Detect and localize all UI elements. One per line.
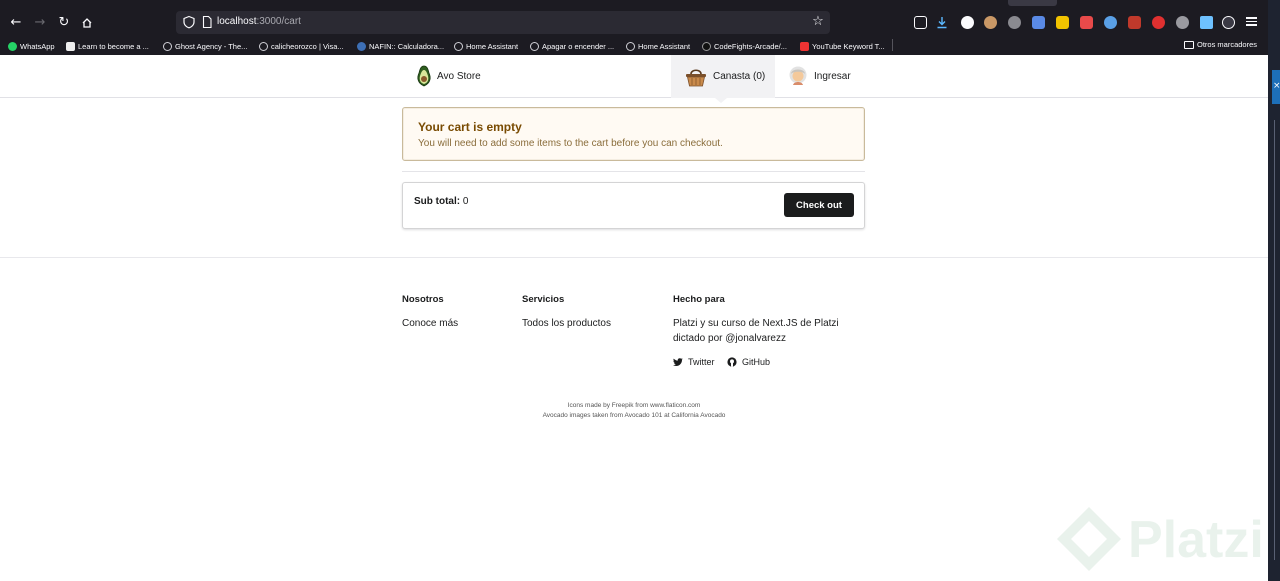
subtotal-label: Sub total:: [414, 196, 461, 207]
timeline-rule: [1274, 120, 1275, 560]
bookmark-item[interactable]: NAFIN:: Calculadora...: [357, 40, 444, 52]
watermark-text: Platzi: [1128, 511, 1264, 569]
url-path: :3000/cart: [256, 16, 301, 27]
extension-red-icon[interactable]: [1080, 16, 1093, 29]
extension-blue-icon[interactable]: [1104, 16, 1117, 29]
active-tab[interactable]: [1008, 0, 1057, 6]
empty-cart-message: You will need to add some items to the c…: [418, 138, 723, 149]
footer-heading-made-for: Hecho para: [673, 294, 725, 305]
footer-heading-services: Servicios: [522, 294, 565, 305]
cart-summary: Sub total: 0 Check out: [402, 182, 865, 229]
youtube-icon: [800, 41, 809, 51]
login-label: Ingresar: [814, 70, 851, 82]
bookmark-icon: [66, 41, 75, 51]
github-link[interactable]: GitHub: [727, 357, 770, 367]
extension-diamond-icon[interactable]: [1200, 16, 1213, 29]
bookmark-item[interactable]: Learn to become a ...: [66, 40, 149, 52]
checkout-button[interactable]: Check out: [784, 193, 854, 217]
extension-badge-icon[interactable]: [1128, 16, 1141, 29]
extension-w-icon[interactable]: [1222, 16, 1235, 29]
empty-cart-alert: Your cart is empty You will need to add …: [402, 107, 865, 161]
browser-chrome: ← → ↻ localhost:3000/cart ☆ WhatsApp Lea…: [0, 0, 1268, 55]
address-bar[interactable]: localhost:3000/cart ☆: [176, 11, 830, 34]
github-icon: [702, 41, 711, 51]
section-divider: [402, 171, 865, 172]
globe-icon: [259, 41, 268, 51]
footer-credits: Icons made by Freepik from www.flaticon.…: [0, 401, 1268, 421]
extension-tomato-icon[interactable]: [1152, 16, 1165, 29]
twitter-icon: [673, 357, 683, 366]
globe-icon: [163, 41, 172, 51]
twitter-link[interactable]: Twitter: [673, 357, 715, 367]
bookmarks-separator: [892, 39, 893, 51]
url-text[interactable]: localhost:3000/cart: [217, 16, 301, 27]
adjacent-window-edge: ×: [1268, 0, 1280, 581]
about-link[interactable]: Conoce más: [402, 316, 458, 331]
platzi-logo-icon: [1057, 507, 1121, 571]
url-host: localhost: [217, 16, 257, 27]
twitter-label: Twitter: [688, 357, 715, 367]
download-icon[interactable]: [936, 16, 948, 29]
extension-monkey-icon[interactable]: [984, 16, 997, 29]
close-icon: ×: [1273, 81, 1280, 91]
active-nav-pointer: [715, 98, 727, 103]
extension-c-icon[interactable]: [961, 16, 974, 29]
extension-chat-icon[interactable]: [1032, 16, 1045, 29]
subtotal-value: 0: [462, 196, 469, 207]
tab-strip: [0, 0, 1268, 9]
cart-label: Canasta (0): [713, 71, 766, 82]
bookmark-star-icon[interactable]: ☆: [810, 14, 826, 30]
side-panel-tab[interactable]: ×: [1272, 70, 1280, 104]
bookmark-item[interactable]: Apagar o encender ...: [530, 40, 614, 52]
forward-icon[interactable]: →: [30, 13, 50, 33]
basket-icon: [686, 68, 706, 86]
credit-icons: Icons made by Freepik from www.flaticon.…: [567, 402, 701, 409]
pocket-icon[interactable]: [914, 16, 927, 29]
globe-icon: [357, 41, 366, 51]
made-for-line-2: dictado por @jonalvarezz: [673, 333, 786, 344]
reload-icon[interactable]: ↻: [54, 13, 74, 33]
home-link[interactable]: Avo Store: [416, 65, 481, 87]
subtotal: Sub total: 0: [414, 196, 468, 207]
site-header: Avo Store Canasta (0) Ingresar: [0, 55, 1268, 103]
extension-note-icon[interactable]: [1056, 16, 1069, 29]
bookmark-item[interactable]: WhatsApp: [8, 40, 55, 52]
globe-icon: [530, 41, 539, 51]
github-icon: [727, 357, 737, 367]
cart-link[interactable]: Canasta (0): [671, 55, 775, 98]
extension-bulb-icon[interactable]: [1008, 16, 1021, 29]
whatsapp-icon: [8, 41, 17, 51]
all-products-link[interactable]: Todos los productos: [522, 316, 611, 331]
bookmarks-bar: WhatsApp Learn to become a ... Ghost Age…: [0, 36, 1268, 55]
bookmark-item[interactable]: Home Assistant: [454, 40, 518, 52]
platzi-watermark: Platzi: [1050, 500, 1268, 581]
made-for-line-1: Platzi y su curso de Next.JS de Platzi: [673, 318, 839, 329]
menu-icon[interactable]: [1246, 15, 1258, 27]
extension-gray-icon[interactable]: [1176, 16, 1189, 29]
folder-icon: [1184, 40, 1194, 49]
globe-icon: [454, 41, 463, 51]
github-label: GitHub: [742, 357, 771, 367]
bookmark-item[interactable]: Ghost Agency - The...: [163, 40, 247, 52]
made-for-text: Platzi y su curso de Next.JS de Platzi d…: [673, 316, 839, 346]
home-icon[interactable]: [77, 13, 97, 33]
other-bookmarks-folder[interactable]: Otros marcadores: [1184, 40, 1257, 49]
bookmark-item[interactable]: calicheorozco | Visa...: [259, 40, 344, 52]
avocado-logo-icon: [417, 65, 431, 87]
bookmark-item[interactable]: CodeFights-Arcade/...: [702, 40, 787, 52]
brand-name: Avo Store: [437, 70, 481, 82]
back-icon[interactable]: ←: [6, 13, 26, 33]
bookmark-item[interactable]: YouTube Keyword T...: [800, 40, 885, 52]
login-link[interactable]: Ingresar: [788, 65, 851, 87]
page-icon: [202, 15, 212, 29]
empty-cart-title: Your cart is empty: [418, 120, 522, 134]
browser-toolbar: ← → ↻ localhost:3000/cart ☆: [0, 9, 1268, 36]
avatar-icon: [789, 66, 807, 85]
globe-icon: [626, 41, 635, 51]
shield-icon[interactable]: [182, 15, 196, 29]
credit-images: Avocado images taken from Avocado 101 at…: [542, 412, 726, 419]
footer-heading-about: Nosotros: [402, 294, 444, 305]
bookmark-item[interactable]: Home Assistant: [626, 40, 690, 52]
